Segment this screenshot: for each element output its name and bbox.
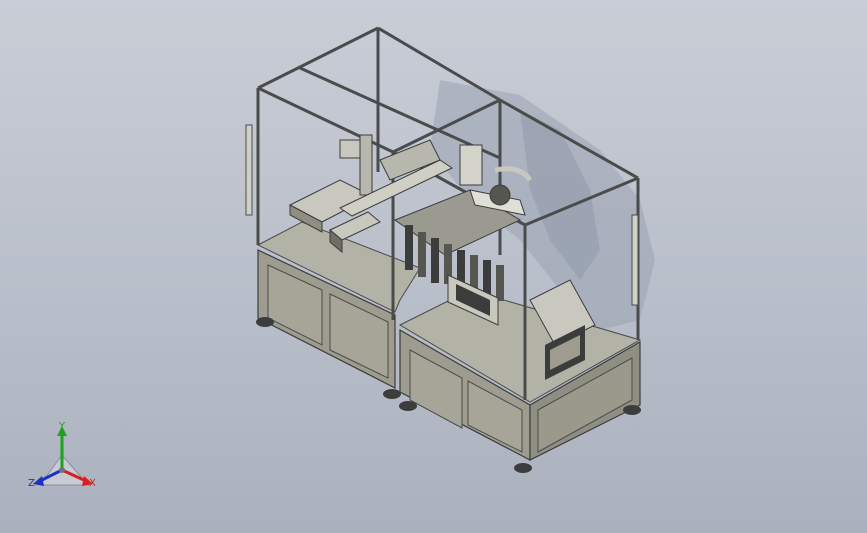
axis-triad-icon: Y X Z <box>28 421 96 489</box>
left-foot-1 <box>256 317 274 327</box>
right-foot-3 <box>623 405 641 415</box>
cad-viewport[interactable]: Y X Z <box>0 0 867 533</box>
right-foot-2 <box>514 463 532 473</box>
cad-model-scene[interactable]: Y X Z <box>0 0 867 533</box>
triad-z-label: Z <box>28 478 35 489</box>
right-foot-1 <box>399 401 417 411</box>
triad-x-label: X <box>89 478 96 489</box>
left-foot-2 <box>383 389 401 399</box>
triad-y-label: Y <box>58 421 66 432</box>
